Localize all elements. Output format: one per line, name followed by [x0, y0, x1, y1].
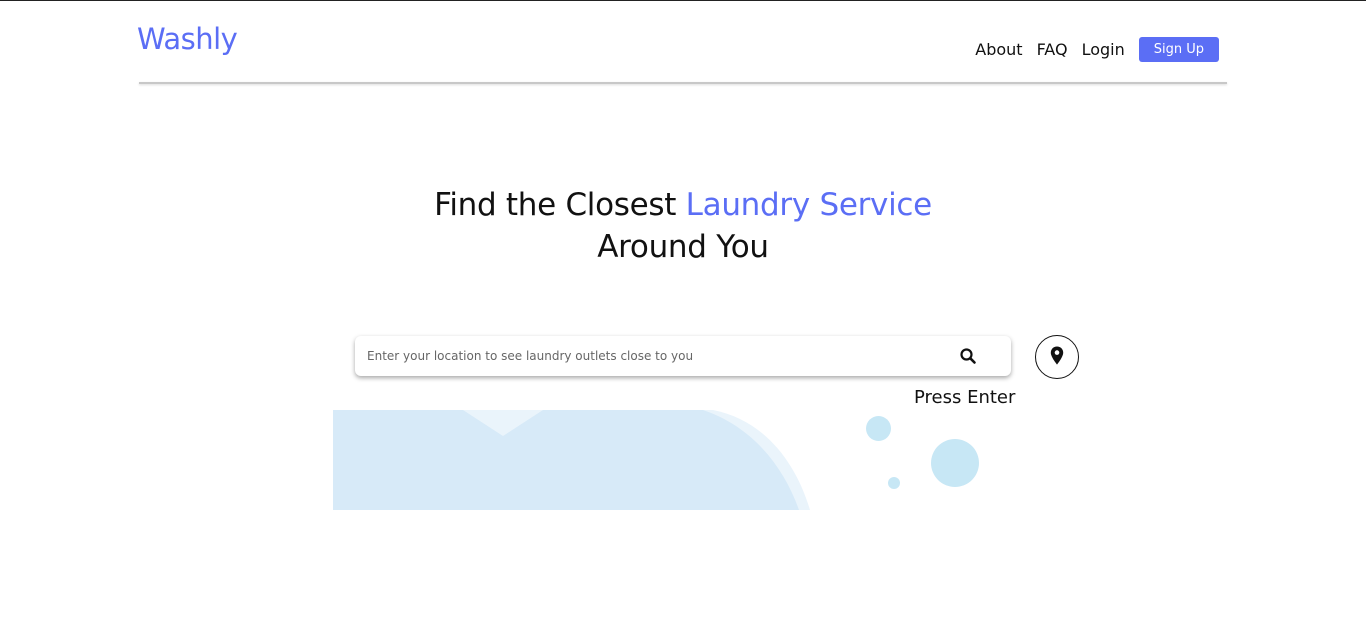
- search-icon[interactable]: [959, 347, 977, 365]
- hero-title-end: Around You: [597, 229, 769, 265]
- hero-title-accent: Laundry Service: [685, 187, 933, 223]
- hero-title: Find the Closest Laundry Service Around …: [0, 184, 1366, 268]
- press-enter-hint: Press Enter: [914, 387, 1016, 408]
- map-pin-icon: [1050, 346, 1064, 369]
- nav-login[interactable]: Login: [1082, 40, 1125, 59]
- location-search-input[interactable]: [365, 348, 929, 364]
- laundry-illustration: [333, 410, 813, 510]
- hero-title-start: Find the Closest: [434, 187, 686, 223]
- use-my-location-button[interactable]: [1035, 335, 1079, 379]
- signup-button[interactable]: Sign Up: [1138, 37, 1219, 62]
- search-bar: [355, 336, 1011, 376]
- nav-faq[interactable]: FAQ: [1037, 40, 1068, 59]
- nav-about[interactable]: About: [975, 40, 1022, 59]
- decorative-bubble: [866, 416, 891, 441]
- top-border: [0, 0, 1366, 1]
- decorative-bubble: [888, 477, 900, 489]
- main-nav: About FAQ Login Sign Up: [961, 37, 1219, 62]
- header-divider: [139, 82, 1227, 84]
- decorative-bubble: [931, 439, 979, 487]
- brand-logo[interactable]: Washly: [137, 22, 238, 56]
